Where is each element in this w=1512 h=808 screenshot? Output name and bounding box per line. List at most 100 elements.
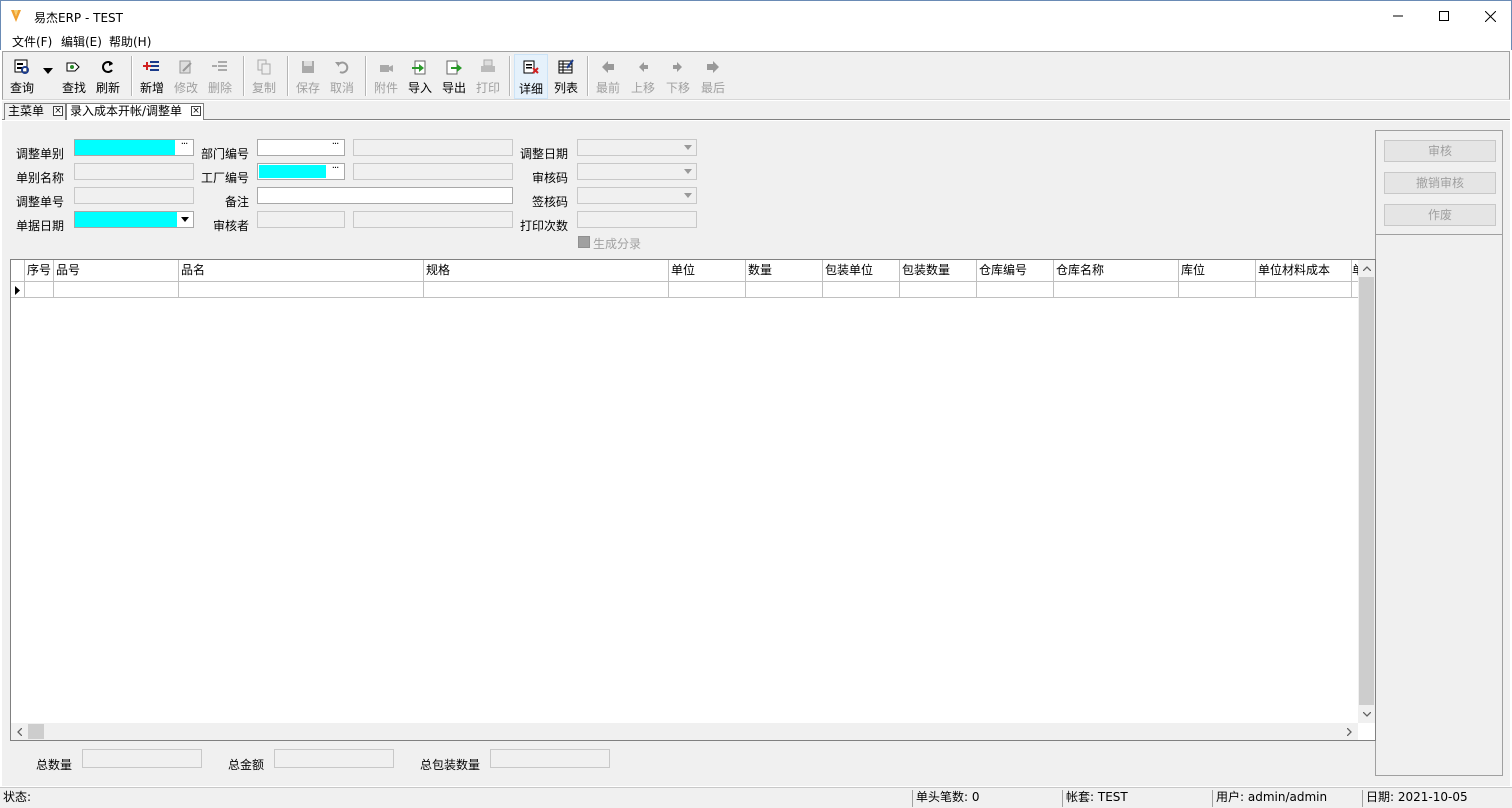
total-amount-label: 总金额	[228, 758, 265, 772]
grid-cell[interactable]	[977, 282, 1054, 298]
grid-cell[interactable]	[900, 282, 977, 298]
lookup-button[interactable]: ···	[326, 140, 344, 155]
query-button[interactable]: 查询	[9, 56, 35, 98]
maximize-button[interactable]	[1421, 1, 1467, 31]
menu-file[interactable]: 文件(F)	[12, 33, 52, 50]
minimize-button[interactable]	[1375, 1, 1421, 31]
sign-code-select[interactable]	[577, 187, 697, 204]
lookup-button[interactable]: ···	[326, 164, 344, 179]
delete-icon	[212, 61, 227, 71]
export-icon	[446, 60, 462, 75]
dropdown-button[interactable]	[177, 212, 193, 227]
dropdown-button[interactable]	[680, 164, 696, 179]
dept-no-input[interactable]: ···	[257, 139, 345, 156]
dropdown-button[interactable]	[680, 188, 696, 203]
grid-column-header[interactable]: 数量	[746, 260, 823, 282]
grid-cell[interactable]	[1256, 282, 1352, 298]
detail-grid[interactable]: 序号 品号 品名 规格 单位 数量 包装单位 包装数量 仓库编号 仓库名称 库位…	[10, 259, 1376, 741]
grid-column-header[interactable]: 品名	[179, 260, 424, 282]
detail-button[interactable]: 详细	[514, 54, 548, 99]
scroll-up-button[interactable]	[1358, 260, 1375, 277]
grid-cell[interactable]	[25, 282, 54, 298]
save-button[interactable]: 保存	[295, 56, 321, 98]
vertical-scrollbar[interactable]	[1358, 260, 1375, 723]
find-button[interactable]: 查找	[61, 56, 87, 98]
modify-button[interactable]: 修改	[173, 56, 199, 98]
print-count-label: 打印次数	[520, 219, 569, 233]
grid-cell[interactable]	[823, 282, 900, 298]
tab-cost-adjust[interactable]: 录入成本开帐/调整单 ×	[66, 103, 204, 120]
remark-input[interactable]	[257, 187, 513, 204]
print-button[interactable]: 打印	[475, 56, 501, 98]
scroll-thumb[interactable]	[28, 724, 44, 739]
grid-column-header[interactable]: 包装数量	[900, 260, 977, 282]
prev-button[interactable]: 上移	[630, 56, 656, 98]
status-user: 用户: admin/admin	[1212, 790, 1362, 807]
grid-cell[interactable]	[669, 282, 746, 298]
table-row[interactable]	[11, 282, 1358, 298]
close-button[interactable]	[1467, 1, 1512, 31]
grid-column-header[interactable]: 单位	[669, 260, 746, 282]
grid-cell[interactable]	[1179, 282, 1256, 298]
total-pack-label: 总包装数量	[420, 758, 481, 772]
grid-column-header[interactable]: 规格	[424, 260, 669, 282]
grid-cell[interactable]	[746, 282, 823, 298]
menu-edit[interactable]: 编辑(E)	[61, 33, 102, 50]
cancel-button[interactable]: 取消	[329, 56, 355, 98]
copy-button[interactable]: 复制	[251, 56, 277, 98]
find-label: 查找	[61, 81, 86, 95]
delete-button[interactable]: 删除	[207, 56, 233, 98]
horizontal-scrollbar[interactable]	[11, 723, 1358, 740]
audit-code-select[interactable]	[577, 163, 697, 180]
lookup-button[interactable]: ···	[175, 140, 193, 155]
factory-no-input[interactable]: ···	[257, 163, 345, 180]
add-button[interactable]: 新增	[139, 56, 165, 98]
doc-date-select[interactable]	[74, 211, 194, 228]
dropdown-button[interactable]	[680, 140, 696, 155]
scroll-right-button[interactable]	[1341, 723, 1358, 740]
grid-column-header[interactable]: 库位	[1179, 260, 1256, 282]
gen-entry-checkbox[interactable]	[578, 236, 590, 248]
audit-button[interactable]: 审核	[1384, 140, 1496, 162]
doc-date-label: 单据日期	[16, 219, 65, 233]
menu-help[interactable]: 帮助(H)	[109, 33, 151, 50]
close-icon[interactable]: ×	[191, 106, 201, 116]
grid-column-header[interactable]: 仓库名称	[1054, 260, 1179, 282]
undo-icon	[335, 61, 349, 74]
close-icon[interactable]: ×	[53, 106, 63, 116]
minimize-icon	[1393, 15, 1403, 17]
grid-cell[interactable]	[424, 282, 669, 298]
grid-cell[interactable]	[1054, 282, 1179, 298]
toolbar-separator	[587, 56, 588, 96]
query-dropdown-button[interactable]	[41, 68, 55, 82]
scroll-left-button[interactable]	[11, 723, 28, 740]
import-button[interactable]: 导入	[407, 56, 433, 98]
unaudit-button[interactable]: 撤销审核	[1384, 172, 1496, 194]
grid-column-header[interactable]: 包装单位	[823, 260, 900, 282]
tab-main-menu[interactable]: 主菜单 ×	[4, 103, 66, 120]
grid-column-header[interactable]: 单位材料成本	[1256, 260, 1352, 282]
export-button[interactable]: 导出	[441, 56, 467, 98]
gen-entry-label: 生成分录	[593, 237, 642, 251]
grid-column-header[interactable]: 仓库编号	[977, 260, 1054, 282]
scroll-thumb[interactable]	[1359, 277, 1374, 705]
first-button[interactable]: 最前	[595, 56, 621, 98]
refresh-button[interactable]: 刷新	[95, 56, 121, 98]
next-button[interactable]: 下移	[665, 56, 691, 98]
list-button[interactable]: 列表	[552, 56, 580, 98]
last-button[interactable]: 最后	[700, 56, 726, 98]
grid-cell[interactable]	[54, 282, 179, 298]
row-indicator	[11, 282, 25, 298]
scroll-down-button[interactable]	[1358, 706, 1375, 723]
first-label: 最前	[595, 81, 620, 95]
grid-cell[interactable]	[179, 282, 424, 298]
adjust-date-select[interactable]	[577, 139, 697, 156]
row-pointer-icon	[15, 285, 20, 295]
save-label: 保存	[295, 81, 320, 95]
void-button[interactable]: 作废	[1384, 204, 1496, 226]
adjust-type-input[interactable]: ···	[74, 139, 194, 156]
grid-column-header[interactable]: 品号	[54, 260, 179, 282]
grid-column-header[interactable]: 序号	[25, 260, 54, 282]
tab-label: 录入成本开帐/调整单	[70, 104, 183, 118]
attach-button[interactable]: 附件	[373, 56, 399, 98]
